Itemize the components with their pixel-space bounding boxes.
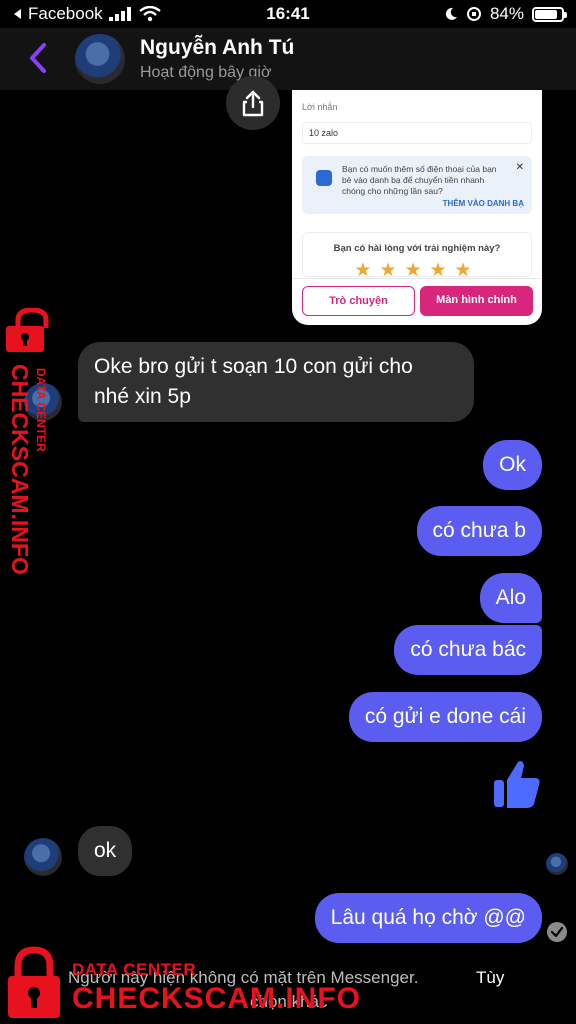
banner-text: Bạn có muốn thêm số điện thoại của bạn b…	[342, 164, 497, 196]
delivered-check-icon	[547, 922, 567, 942]
watermark-data-center: DATA CENTER	[72, 960, 197, 979]
phone-book-icon	[316, 170, 332, 186]
outgoing-message[interactable]: có chưa b	[416, 506, 542, 556]
incoming-message[interactable]: Oke bro gửi t soạn 10 con gửi cho nhé xi…	[78, 342, 474, 422]
close-icon: ✕	[515, 162, 524, 173]
status-bar: Facebook 16:41 84%	[0, 0, 576, 30]
add-contact-banner: Bạn có muốn thêm số điện thoại của bạn b…	[302, 156, 532, 214]
conversation-header: Nguyễn Anh Tú Hoạt động bây giờ	[0, 28, 576, 90]
back-chevron-icon[interactable]	[24, 40, 52, 76]
sender-avatar[interactable]	[24, 838, 62, 876]
orientation-lock-icon	[466, 7, 481, 21]
shared-image[interactable]: Lời nhắn 10 zalo Bạn có muốn thêm số điệ…	[292, 90, 542, 325]
watermark-data-center: DATA CENTER	[34, 368, 48, 452]
contact-name[interactable]: Nguyễn Anh Tú	[140, 36, 294, 60]
contact-avatar[interactable]	[75, 34, 125, 84]
battery-level	[535, 9, 557, 19]
outgoing-message[interactable]: có chưa bác	[394, 625, 542, 675]
rating-box: Bạn có hài lòng với trải nghiệm này? ★★★…	[302, 232, 532, 281]
outgoing-message[interactable]: Ok	[483, 440, 542, 490]
share-icon	[242, 90, 264, 117]
thumbs-up-icon[interactable]	[492, 758, 542, 810]
watermark-side: DATA CENTER CHECKSCAM.INFO	[4, 308, 60, 608]
read-receipt-avatar	[546, 853, 568, 875]
lock-icon	[6, 308, 49, 352]
home-screen-button: Màn hình chính	[420, 286, 533, 316]
share-button[interactable]	[226, 76, 280, 130]
message-line: nhé xin 5p	[94, 385, 191, 408]
outgoing-message[interactable]: Lâu quá họ chờ @@	[314, 893, 542, 943]
outgoing-message[interactable]: có gửi e done cái	[348, 692, 542, 742]
add-to-contacts-link: THÊM VÀO DANH BẠ	[442, 199, 524, 208]
divider	[292, 278, 542, 279]
outgoing-message[interactable]: Alo	[479, 573, 542, 623]
incoming-message[interactable]: ok	[78, 826, 133, 876]
lock-icon	[8, 946, 60, 1018]
chat-button: Trò chuyện	[302, 286, 415, 316]
message-label: Lời nhắn	[302, 102, 338, 112]
message-value: 10 zalo	[302, 122, 532, 144]
options-link[interactable]: Tùy	[476, 968, 504, 988]
moon-icon	[445, 7, 457, 20]
watermark-checkscam: CHECKSCAM.INFO	[72, 982, 361, 1015]
message-line: Oke bro gửi t soạn 10 con gửi cho	[94, 355, 413, 378]
battery-percent: 84%	[489, 4, 524, 23]
rating-question: Bạn có hài lòng với trải nghiệm này?	[333, 243, 501, 254]
battery-icon	[532, 6, 567, 22]
watermark-checkscam: CHECKSCAM.INFO	[7, 364, 33, 575]
